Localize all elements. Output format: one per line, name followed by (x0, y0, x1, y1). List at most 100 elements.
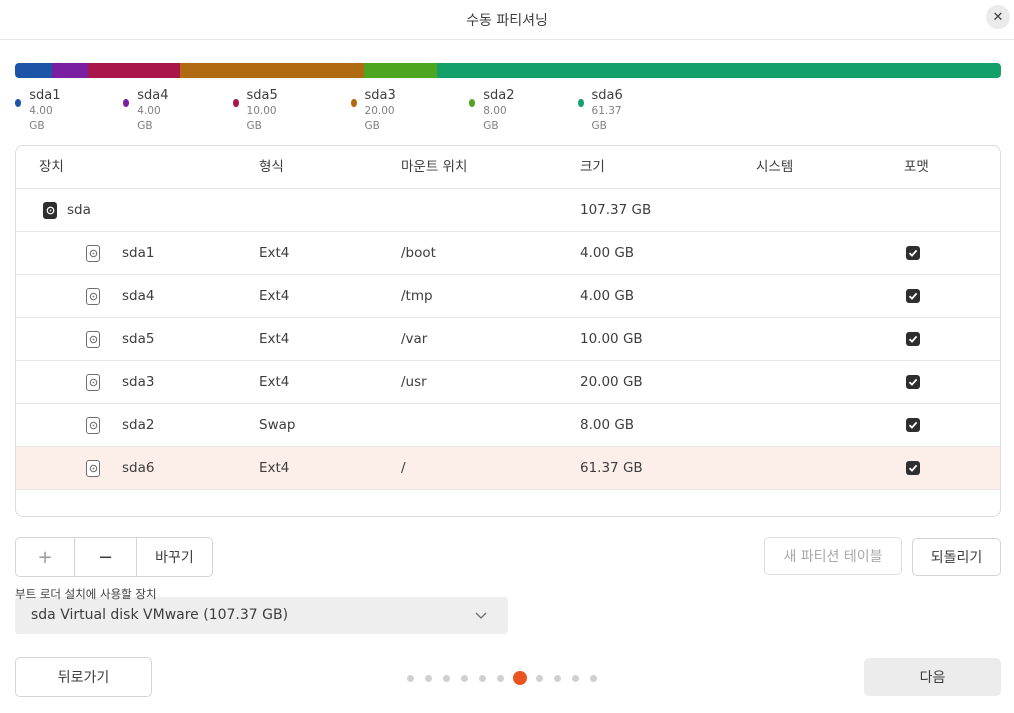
legend-item-sda5: sda5 10.00 GB (233, 88, 280, 134)
legend-name: sda5 (246, 88, 278, 103)
disk-name: sda (67, 202, 91, 218)
page-dot (572, 674, 579, 682)
legend-name: sda1 (29, 88, 61, 103)
partition-row[interactable]: sda3 Ext4/usr 20.00 GB (16, 361, 1000, 404)
disk-row[interactable]: sda 107.37 GB (16, 189, 1000, 232)
close-button[interactable]: ✕ (986, 5, 1010, 29)
partition-mount: / (401, 460, 406, 476)
partition-icon (86, 288, 100, 305)
partition-type: Ext4 (259, 288, 290, 304)
bootloader-device-label: 부트 로더 설치에 사용할 장치 (15, 587, 157, 601)
partition-row[interactable]: sda6 Ext4 / 61.37 GB (16, 447, 1000, 490)
legend-size: 4.00 GB (137, 105, 161, 132)
partition-mount: /var (401, 331, 428, 347)
legend-size: 61.37 GB (591, 105, 622, 132)
add-partition-button[interactable]: + (16, 538, 75, 576)
partition-mount: /boot (401, 245, 436, 261)
next-button-label: 다음 (919, 670, 946, 686)
column-header-size: 크기 (580, 159, 605, 175)
next-button[interactable]: 다음 (864, 658, 1001, 696)
revert-button[interactable]: 되돌리기 (912, 538, 1001, 576)
legend-color-dot (578, 99, 584, 107)
partition-mount: /tmp (401, 288, 433, 304)
legend-size: 4.00 GB (29, 105, 53, 132)
legend-size: 10.00 GB (246, 105, 277, 132)
column-header-type: 형식 (259, 159, 284, 175)
page-dot (590, 674, 597, 682)
format-checkbox[interactable] (906, 246, 920, 260)
usage-segment-sda6 (437, 63, 1001, 78)
page-dot (554, 674, 561, 682)
legend-name: sda2 (483, 88, 515, 103)
bootloader-device-select[interactable]: sda Virtual disk VMware (107.37 GB) (15, 597, 508, 634)
partition-icon (86, 331, 100, 348)
new-partition-table-button[interactable]: 새 파티션 테이블 (764, 537, 902, 575)
change-partition-button[interactable]: 바꾸기 (137, 538, 212, 576)
page-dot (536, 674, 543, 682)
usage-segment-sda5 (88, 63, 181, 78)
partition-type: Ext4 (259, 460, 290, 476)
partition-type: Swap (259, 417, 296, 433)
partition-name: sda4 (122, 288, 155, 304)
page-dot (497, 674, 504, 682)
back-button[interactable]: 뒤로가기 (15, 657, 152, 697)
page-dot-active (513, 671, 527, 685)
format-checkbox[interactable] (906, 332, 920, 346)
table-header: 장치 형식 마운트 위치 크기 시스템 포맷 (16, 146, 1000, 189)
partition-type: Ext4 (259, 374, 290, 390)
minus-icon: − (97, 546, 114, 568)
page-dot (479, 674, 486, 682)
partition-row[interactable]: sda4 Ext4/tmp 4.00 GB (16, 275, 1000, 318)
disk-icon (43, 202, 57, 219)
legend-size: 20.00 GB (364, 105, 395, 132)
close-icon: ✕ (992, 9, 1004, 25)
legend-color-dot (469, 99, 476, 107)
usage-segment-sda2 (363, 63, 438, 78)
partition-name: sda6 (122, 460, 155, 476)
partition-icon (86, 460, 100, 477)
format-checkbox[interactable] (906, 375, 920, 389)
format-checkbox[interactable] (906, 418, 920, 432)
legend-name: sda3 (364, 88, 396, 103)
chevron-down-icon (474, 609, 488, 625)
legend-name: sda6 (591, 88, 623, 103)
legend-color-dot (233, 99, 239, 107)
disk-size: 107.37 GB (580, 202, 652, 218)
partition-size: 8.00 GB (580, 417, 635, 433)
column-header-device: 장치 (39, 159, 64, 175)
partition-table: 장치 형식 마운트 위치 크기 시스템 포맷 sda 107.37 GB sda… (15, 145, 1001, 517)
partition-row[interactable]: sda5 Ext4/var 10.00 GB (16, 318, 1000, 361)
partition-size: 61.37 GB (580, 460, 643, 476)
back-button-label: 뒤로가기 (57, 670, 110, 686)
change-button-label: 바꾸기 (155, 550, 194, 566)
usage-segment-sda3 (180, 63, 364, 78)
plus-icon: + (37, 546, 53, 568)
partition-size: 4.00 GB (580, 288, 635, 304)
legend-item-sda1: sda1 4.00 GB (15, 88, 62, 134)
legend-color-dot (123, 99, 130, 107)
partition-size: 10.00 GB (580, 331, 643, 347)
legend-item-sda6: sda6 61.37 GB (578, 88, 625, 134)
format-checkbox[interactable] (906, 461, 920, 475)
partition-size: 4.00 GB (580, 245, 635, 261)
page-dot (461, 674, 468, 682)
title-bar: 수동 파티셔닝 ✕ (0, 0, 1014, 40)
legend-name: sda4 (137, 88, 169, 103)
format-checkbox[interactable] (906, 289, 920, 303)
partition-name: sda5 (122, 331, 155, 347)
page-dot (425, 674, 432, 682)
page-dot (407, 674, 414, 682)
legend-color-dot (351, 99, 357, 107)
legend-size: 8.00 GB (483, 105, 507, 132)
disk-usage-bar (15, 63, 1001, 78)
column-header-format: 포맷 (904, 159, 929, 175)
remove-partition-button[interactable]: − (75, 538, 137, 576)
partition-row[interactable]: sda2 Swap 8.00 GB (16, 404, 1000, 447)
partition-row[interactable]: sda1 Ext4/boot 4.00 GB (16, 232, 1000, 275)
legend-item-sda2: sda2 8.00 GB (469, 88, 516, 134)
page-dot (443, 674, 450, 682)
partition-icon (86, 417, 100, 434)
legend-item-sda3: sda3 20.00 GB (351, 88, 398, 134)
new-partition-table-label: 새 파티션 테이블 (783, 549, 883, 565)
partition-name: sda3 (122, 374, 155, 390)
